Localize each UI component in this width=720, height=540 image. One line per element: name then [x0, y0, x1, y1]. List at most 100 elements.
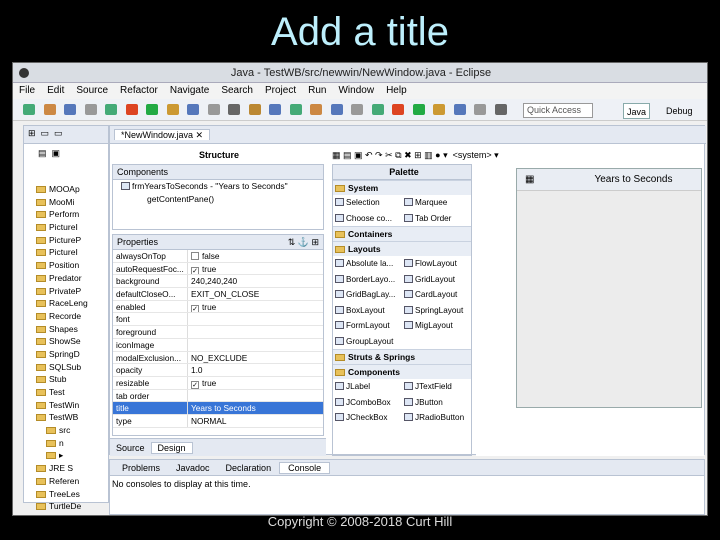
tab-problems[interactable]: Problems: [114, 463, 168, 473]
property-row[interactable]: type NORMAL: [113, 414, 323, 428]
palette-item[interactable]: FormLayout: [333, 318, 402, 334]
package-item[interactable]: MOOAp: [36, 183, 108, 196]
toolbar-button-icon[interactable]: [269, 104, 281, 115]
tab-declaration[interactable]: Declaration: [218, 463, 280, 473]
toolbar-button-icon[interactable]: [228, 104, 240, 115]
palette-category[interactable]: Components: [333, 364, 471, 379]
component-item[interactable]: frmYearsToSeconds - "Years to Seconds": [113, 180, 323, 193]
property-value[interactable]: false: [188, 250, 323, 262]
palette-item[interactable]: JComboBox: [333, 395, 402, 411]
property-row[interactable]: resizable ✓ true: [113, 376, 323, 390]
palette-item[interactable]: Choose co...: [333, 211, 402, 227]
component-item[interactable]: getContentPane(): [113, 193, 323, 206]
toolbar-button-icon[interactable]: [289, 104, 302, 115]
property-value[interactable]: [188, 326, 323, 338]
package-item[interactable]: n: [36, 437, 108, 450]
source-tab[interactable]: Source: [110, 443, 151, 453]
menu-source[interactable]: Source: [70, 83, 114, 99]
palette-item[interactable]: Selection: [333, 195, 402, 211]
toolbar-button-icon[interactable]: [64, 104, 76, 115]
menu-run[interactable]: Run: [302, 83, 332, 99]
palette-category[interactable]: Layouts: [333, 241, 471, 256]
toolbar-button-icon[interactable]: [433, 104, 445, 115]
palette-category[interactable]: Struts & Springs: [333, 349, 471, 364]
jframe-preview[interactable]: ▦ Years to Seconds: [516, 168, 702, 408]
package-item[interactable]: Shapes: [36, 323, 108, 336]
package-item[interactable]: Referen: [36, 475, 108, 488]
package-item[interactable]: Recorde: [36, 310, 108, 323]
package-item[interactable]: TurtleDe: [36, 500, 108, 513]
toolbar-button-icon[interactable]: [494, 104, 507, 115]
system-selector[interactable]: <system>: [453, 150, 492, 160]
property-value[interactable]: [188, 339, 323, 351]
package-item[interactable]: ▸: [36, 449, 108, 462]
window-menu-icon[interactable]: [19, 68, 29, 78]
toolbar-button-icon[interactable]: [43, 104, 56, 115]
property-row[interactable]: alwaysOnTop false: [113, 250, 323, 263]
toolbar-button-icon[interactable]: [474, 104, 486, 115]
toolbar-button-icon[interactable]: [187, 104, 199, 115]
palette-item[interactable]: GroupLayout: [333, 334, 402, 350]
package-item[interactable]: JRE S: [36, 462, 108, 475]
toolbar-button-icon[interactable]: [392, 104, 404, 115]
menu-project[interactable]: Project: [259, 83, 302, 99]
toolbar-button-icon[interactable]: [412, 104, 425, 115]
palette-item[interactable]: GridLayout: [402, 272, 471, 288]
package-item[interactable]: SpringD: [36, 348, 108, 361]
property-row[interactable]: autoRequestFoc... ✓ true: [113, 262, 323, 276]
toolbar-button-icon[interactable]: [371, 104, 384, 115]
palette-item[interactable]: JLabel: [333, 379, 402, 395]
toolbar-button-icon[interactable]: [207, 104, 220, 115]
property-value[interactable]: 1.0: [188, 364, 323, 376]
menu-search[interactable]: Search: [215, 83, 259, 99]
toolbar-button-icon[interactable]: [351, 104, 363, 115]
property-row[interactable]: enabled ✓ true: [113, 300, 323, 314]
property-row[interactable]: tab order: [113, 389, 323, 403]
package-item[interactable]: Perform: [36, 208, 108, 221]
package-item[interactable]: src: [36, 424, 108, 437]
tab-javadoc[interactable]: Javadoc: [168, 463, 218, 473]
palette-item[interactable]: BoxLayout: [333, 303, 402, 319]
property-value[interactable]: ✓ true: [188, 263, 323, 275]
palette-item[interactable]: JTextField: [402, 379, 471, 395]
toolbar-button-icon[interactable]: [453, 104, 466, 115]
package-item[interactable]: ShowSe: [36, 335, 108, 348]
menu-file[interactable]: File: [13, 83, 41, 99]
palette-item[interactable]: FlowLayout: [402, 256, 471, 272]
palette-item[interactable]: Tab Order: [402, 211, 471, 227]
java-perspective-button[interactable]: Java: [623, 103, 651, 119]
palette-item[interactable]: Marquee: [402, 195, 471, 211]
property-value[interactable]: NO_EXCLUDE: [188, 352, 323, 364]
package-item[interactable]: PrivateP: [36, 285, 108, 298]
package-item[interactable]: PictureI: [36, 246, 108, 259]
property-value[interactable]: ✓ true: [188, 377, 323, 389]
property-value[interactable]: EXIT_ON_CLOSE: [188, 288, 323, 300]
toolbar-button-icon[interactable]: [125, 104, 138, 115]
property-row[interactable]: font: [113, 313, 323, 327]
package-item[interactable]: TestWin: [36, 399, 108, 412]
package-item[interactable]: Position: [36, 259, 108, 272]
property-row[interactable]: defaultCloseO... EXIT_ON_CLOSE: [113, 288, 323, 301]
property-value[interactable]: Years to Seconds: [188, 402, 323, 414]
toolbar-button-icon[interactable]: [84, 104, 97, 115]
package-item[interactable]: SQLSub: [36, 361, 108, 374]
checkbox[interactable]: ✓: [191, 266, 199, 275]
palette-item[interactable]: GridBagLay...: [333, 287, 402, 303]
package-item[interactable]: PictureI: [36, 221, 108, 234]
property-row[interactable]: iconImage: [113, 338, 323, 352]
property-row[interactable]: title Years to Seconds: [113, 402, 323, 415]
toolbar-button-icon[interactable]: [310, 104, 322, 115]
property-row[interactable]: background 240,240,240: [113, 275, 323, 289]
menu-navigate[interactable]: Navigate: [164, 83, 215, 99]
design-tab[interactable]: Design: [150, 442, 193, 454]
package-item[interactable]: RaceLeng: [36, 297, 108, 310]
menu-window[interactable]: Window: [332, 83, 380, 99]
palette-category[interactable]: System: [333, 180, 471, 195]
property-value[interactable]: [188, 390, 323, 402]
palette-category[interactable]: Containers: [333, 226, 471, 241]
palette-item[interactable]: CardLayout: [402, 287, 471, 303]
toolbar-button-icon[interactable]: [248, 104, 261, 115]
toolbar-button-icon[interactable]: [105, 104, 117, 115]
editor-tab[interactable]: *NewWindow.java ✕: [114, 129, 211, 140]
tab-console[interactable]: Console: [279, 462, 331, 474]
